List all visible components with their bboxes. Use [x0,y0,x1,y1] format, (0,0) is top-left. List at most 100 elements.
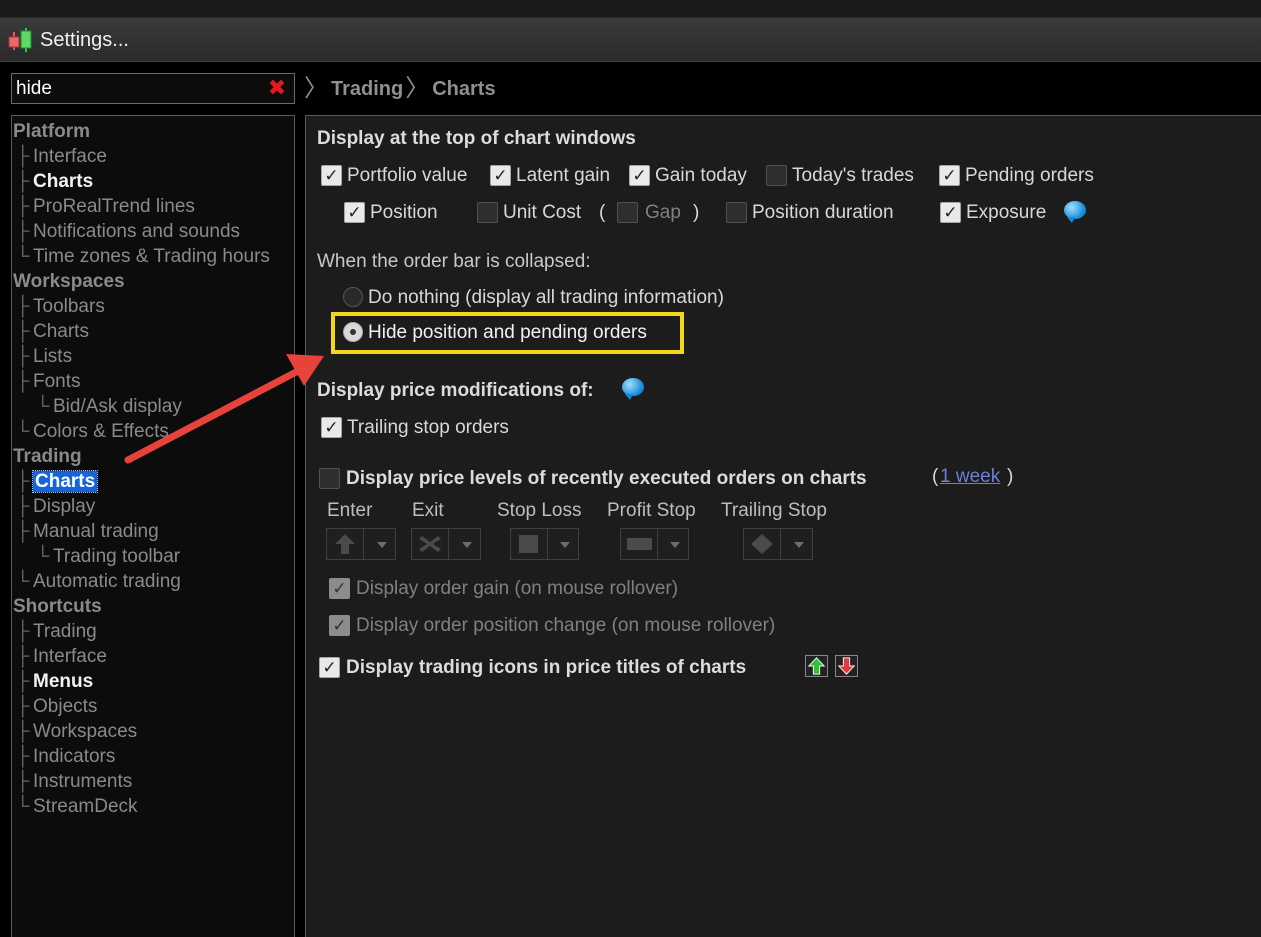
trailing-stop-style-dropdown[interactable] [743,528,813,560]
tree-item-label: Objects [33,696,98,717]
enter-style-dropdown[interactable] [326,528,396,560]
paren-open: ( [599,202,606,223]
breadcrumb-item[interactable]: Charts [432,78,495,101]
tree-item[interactable]: ├ Menus [16,669,93,694]
tree-category[interactable]: Trading [13,444,82,469]
exposure-checkbox[interactable]: ✓ [940,202,961,223]
tree-item[interactable]: ├ Fonts [16,369,81,394]
chevron-right-icon: 〉 [405,75,430,102]
tree-item-label: Menus [33,671,94,692]
tree-item[interactable]: └ Automatic trading [16,569,181,594]
tree-item[interactable]: └ Trading toolbar [36,544,180,569]
gap-checkbox [617,202,638,223]
latent-gain-checkbox[interactable]: ✓ [490,165,511,186]
tree-item[interactable]: ├ Interface [16,644,107,669]
position-duration-label: Position duration [752,202,894,223]
gain-today-label: Gain today [655,165,747,186]
tree-connector: ├ [16,371,30,392]
price-levels-checkbox[interactable] [319,468,340,489]
tree-connector: ├ [16,696,30,717]
tree-item[interactable]: ├ Workspaces [16,719,137,744]
trailing-stop-column-label: Trailing Stop [721,500,827,521]
tree-item[interactable]: ├ Interface [16,144,107,169]
tree-item-label: Automatic trading [33,571,181,592]
unit-cost-checkbox[interactable] [477,202,498,223]
tree-item-label: Indicators [33,746,116,767]
tree-item-label: StreamDeck [33,796,138,817]
profit-stop-column-label: Profit Stop [607,500,696,521]
tree-category[interactable]: Workspaces [13,269,125,294]
do-nothing-radio[interactable] [343,287,363,307]
tree-item[interactable]: ├ Objects [16,694,97,719]
tree-item[interactable]: ├ Toolbars [16,294,105,319]
tree-item[interactable]: ├ Trading [16,619,97,644]
tree-item-label: Trading [13,446,82,467]
gain-today-checkbox[interactable]: ✓ [629,165,650,186]
tree-item-label: Workspaces [13,271,125,292]
trailing-stop-checkbox[interactable]: ✓ [321,417,342,438]
latent-gain-label: Latent gain [516,165,611,186]
portfolio-value-checkbox[interactable]: ✓ [321,165,342,186]
tree-item[interactable]: ├ Display [16,494,95,519]
arrow-up-icon [335,534,355,554]
tree-item[interactable]: ├ ProRealTrend lines [16,194,195,219]
tree-connector: ├ [16,721,30,742]
exit-style-dropdown[interactable] [411,528,481,560]
tree-item-label: Interface [33,146,107,167]
stop-loss-column-label: Stop Loss [497,500,582,521]
tree-item[interactable]: ├ Charts [16,319,89,344]
tree-item[interactable]: ├ Lists [16,344,72,369]
price-modifications-heading: Display price modifications of: [317,380,594,401]
exit-column-label: Exit [412,500,444,521]
tree-connector: └ [16,246,30,267]
chevron-down-icon [462,542,472,548]
pending-orders-checkbox[interactable]: ✓ [939,165,960,186]
tree-item-label: Instruments [33,771,133,792]
pending-orders-label: Pending orders [965,165,1094,186]
position-duration-checkbox[interactable] [726,202,747,223]
tree-item[interactable]: └ StreamDeck [16,794,138,819]
help-bubble-icon[interactable] [622,378,644,400]
tree-item[interactable]: ├ Indicators [16,744,115,769]
tree-item[interactable]: ├ Manual trading [16,519,159,544]
tree-item-label: Lists [33,346,73,367]
enter-column-label: Enter [327,500,373,521]
tree-item-label: Toolbars [33,296,105,317]
one-week-link[interactable]: 1 week [940,466,1000,488]
tree-item-label: Colors & Effects [33,421,169,442]
tree-item[interactable]: ├ Charts [16,169,93,194]
trading-icons-checkbox[interactable]: ✓ [319,657,340,678]
todays-trades-checkbox[interactable] [766,165,787,186]
price-levels-label: Display price levels of recently execute… [346,468,867,489]
tree-item[interactable]: ├ Charts [16,469,99,494]
tree-item[interactable]: └ Bid/Ask display [36,394,182,419]
do-nothing-label: Do nothing (display all trading informat… [368,287,724,308]
tree-item-label: Charts [33,321,89,342]
tree-connector: ├ [16,771,30,792]
tree-item[interactable]: ├ Notifications and sounds [16,219,240,244]
tree-category[interactable]: Platform [13,119,90,144]
settings-tree: Platform ├ Interface ├ Charts ├ ProRealTrend l… [11,115,295,937]
position-label: Position [370,202,438,223]
tree-category[interactable]: Shortcuts [13,594,102,619]
position-change-label: Display order position change (on mouse … [356,615,776,636]
tree-item-label: Trading [33,621,97,642]
todays-trades-label: Today's trades [792,165,914,186]
trailing-stop-label: Trailing stop orders [347,417,509,438]
stop-loss-style-dropdown[interactable] [510,528,579,560]
breadcrumb-item[interactable]: Trading [331,78,403,101]
tree-item-label: Time zones & Trading hours [33,246,270,267]
search-input[interactable] [16,77,266,101]
tree-item-label: Trading toolbar [53,546,181,567]
square-icon [519,535,538,553]
clear-search-icon[interactable]: ✖ [266,77,288,99]
tree-item-label: Charts [33,171,94,192]
profit-stop-style-dropdown[interactable] [620,528,689,560]
top-toolbar-strip [0,0,1261,18]
tree-item[interactable]: └ Colors & Effects [16,419,169,444]
help-bubble-icon[interactable] [1064,201,1086,223]
tree-item[interactable]: ├ Instruments [16,769,132,794]
tree-item[interactable]: └ Time zones & Trading hours [16,244,270,269]
gap-label: Gap [645,202,681,223]
position-checkbox[interactable]: ✓ [344,202,365,223]
